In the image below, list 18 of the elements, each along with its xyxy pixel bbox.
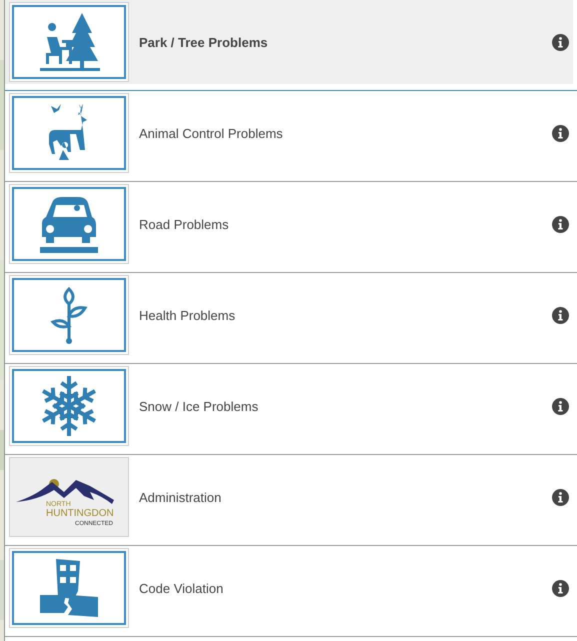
category-label: Road Problems — [139, 216, 230, 232]
info-icon[interactable] — [552, 306, 569, 324]
info-icon[interactable] — [552, 398, 569, 414]
info-icon[interactable] — [552, 580, 569, 596]
category-label: Animal Control Problems — [139, 126, 284, 140]
cracked-building-icon — [38, 557, 100, 619]
category-label: Code Violation — [139, 580, 224, 596]
category-item[interactable]: Park / Tree Problems — [5, 0, 573, 84]
logo-text: HUNTINGDON — [46, 508, 114, 519]
category-label: Snow / Ice Problems — [139, 398, 260, 414]
info-icon[interactable] — [552, 216, 569, 232]
category-label: Health Problems — [139, 308, 236, 322]
category-label: Administration — [139, 490, 222, 504]
park-bench-tree-icon — [38, 11, 100, 73]
info-icon[interactable] — [552, 124, 569, 142]
info-icon[interactable] — [552, 488, 569, 506]
category-label: Park / Tree Problems — [139, 34, 269, 50]
info-icon[interactable] — [552, 34, 569, 50]
